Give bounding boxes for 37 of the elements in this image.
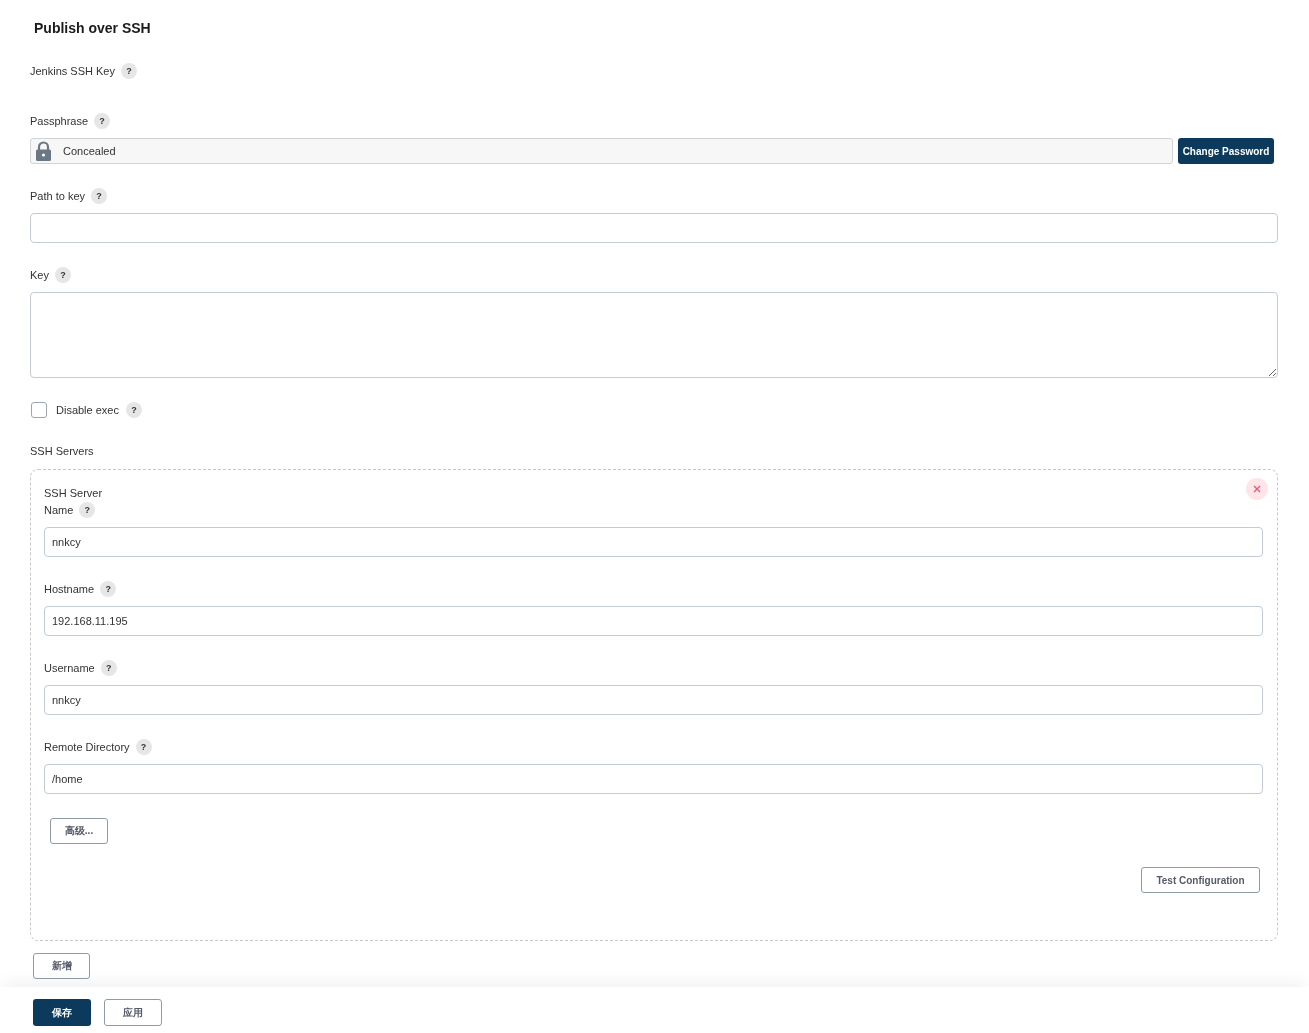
section-title: Publish over SSH [33,19,151,38]
passphrase-field[interactable]: Concealed [30,138,1173,164]
lock-icon [35,141,52,161]
field-label: Hostname [44,582,95,597]
field-label: Remote Directory [44,740,130,755]
servers-label: SSH Servers [30,444,94,459]
help-button[interactable]: ? [126,402,142,418]
change-password-button[interactable]: Change Password [1178,138,1274,164]
input-field[interactable]: nnkcy [44,527,1263,557]
input-field[interactable]: nnkcy [44,685,1263,715]
save-button[interactable]: 保存 [33,999,91,1026]
input-field[interactable]: /home [44,764,1263,794]
help-button[interactable]: ? [100,581,117,597]
test-configuration-button[interactable]: Test Configuration [1141,867,1260,893]
field-label: Name [44,503,74,518]
close-icon[interactable] [1246,478,1268,500]
add-button[interactable]: 新增 [33,953,90,979]
server-heading: SSH Server [44,486,103,501]
help-button[interactable]: ? [54,267,71,283]
field-label: Username [44,661,95,676]
help-button[interactable]: ? [135,739,152,755]
checkbox[interactable] [31,402,47,418]
help-button[interactable]: ? [94,113,111,129]
field-label: Jenkins SSH Key [30,64,115,79]
field-label: Passphrase [30,114,89,129]
help-button[interactable]: ? [91,188,108,204]
help-button[interactable]: ? [121,63,137,79]
field-label: Path to key [30,189,86,204]
help-button[interactable]: ? [79,502,96,518]
field-label: Key [30,268,49,283]
input-field[interactable]: 192.168.11.195 [44,606,1263,636]
text-area[interactable] [30,292,1278,378]
field-label: Disable exec [56,403,119,418]
help-button[interactable]: ? [100,660,117,676]
apply-button[interactable]: 应用 [104,999,162,1026]
advanced-button[interactable]: 高级... [50,818,108,844]
input-field[interactable] [30,213,1278,243]
